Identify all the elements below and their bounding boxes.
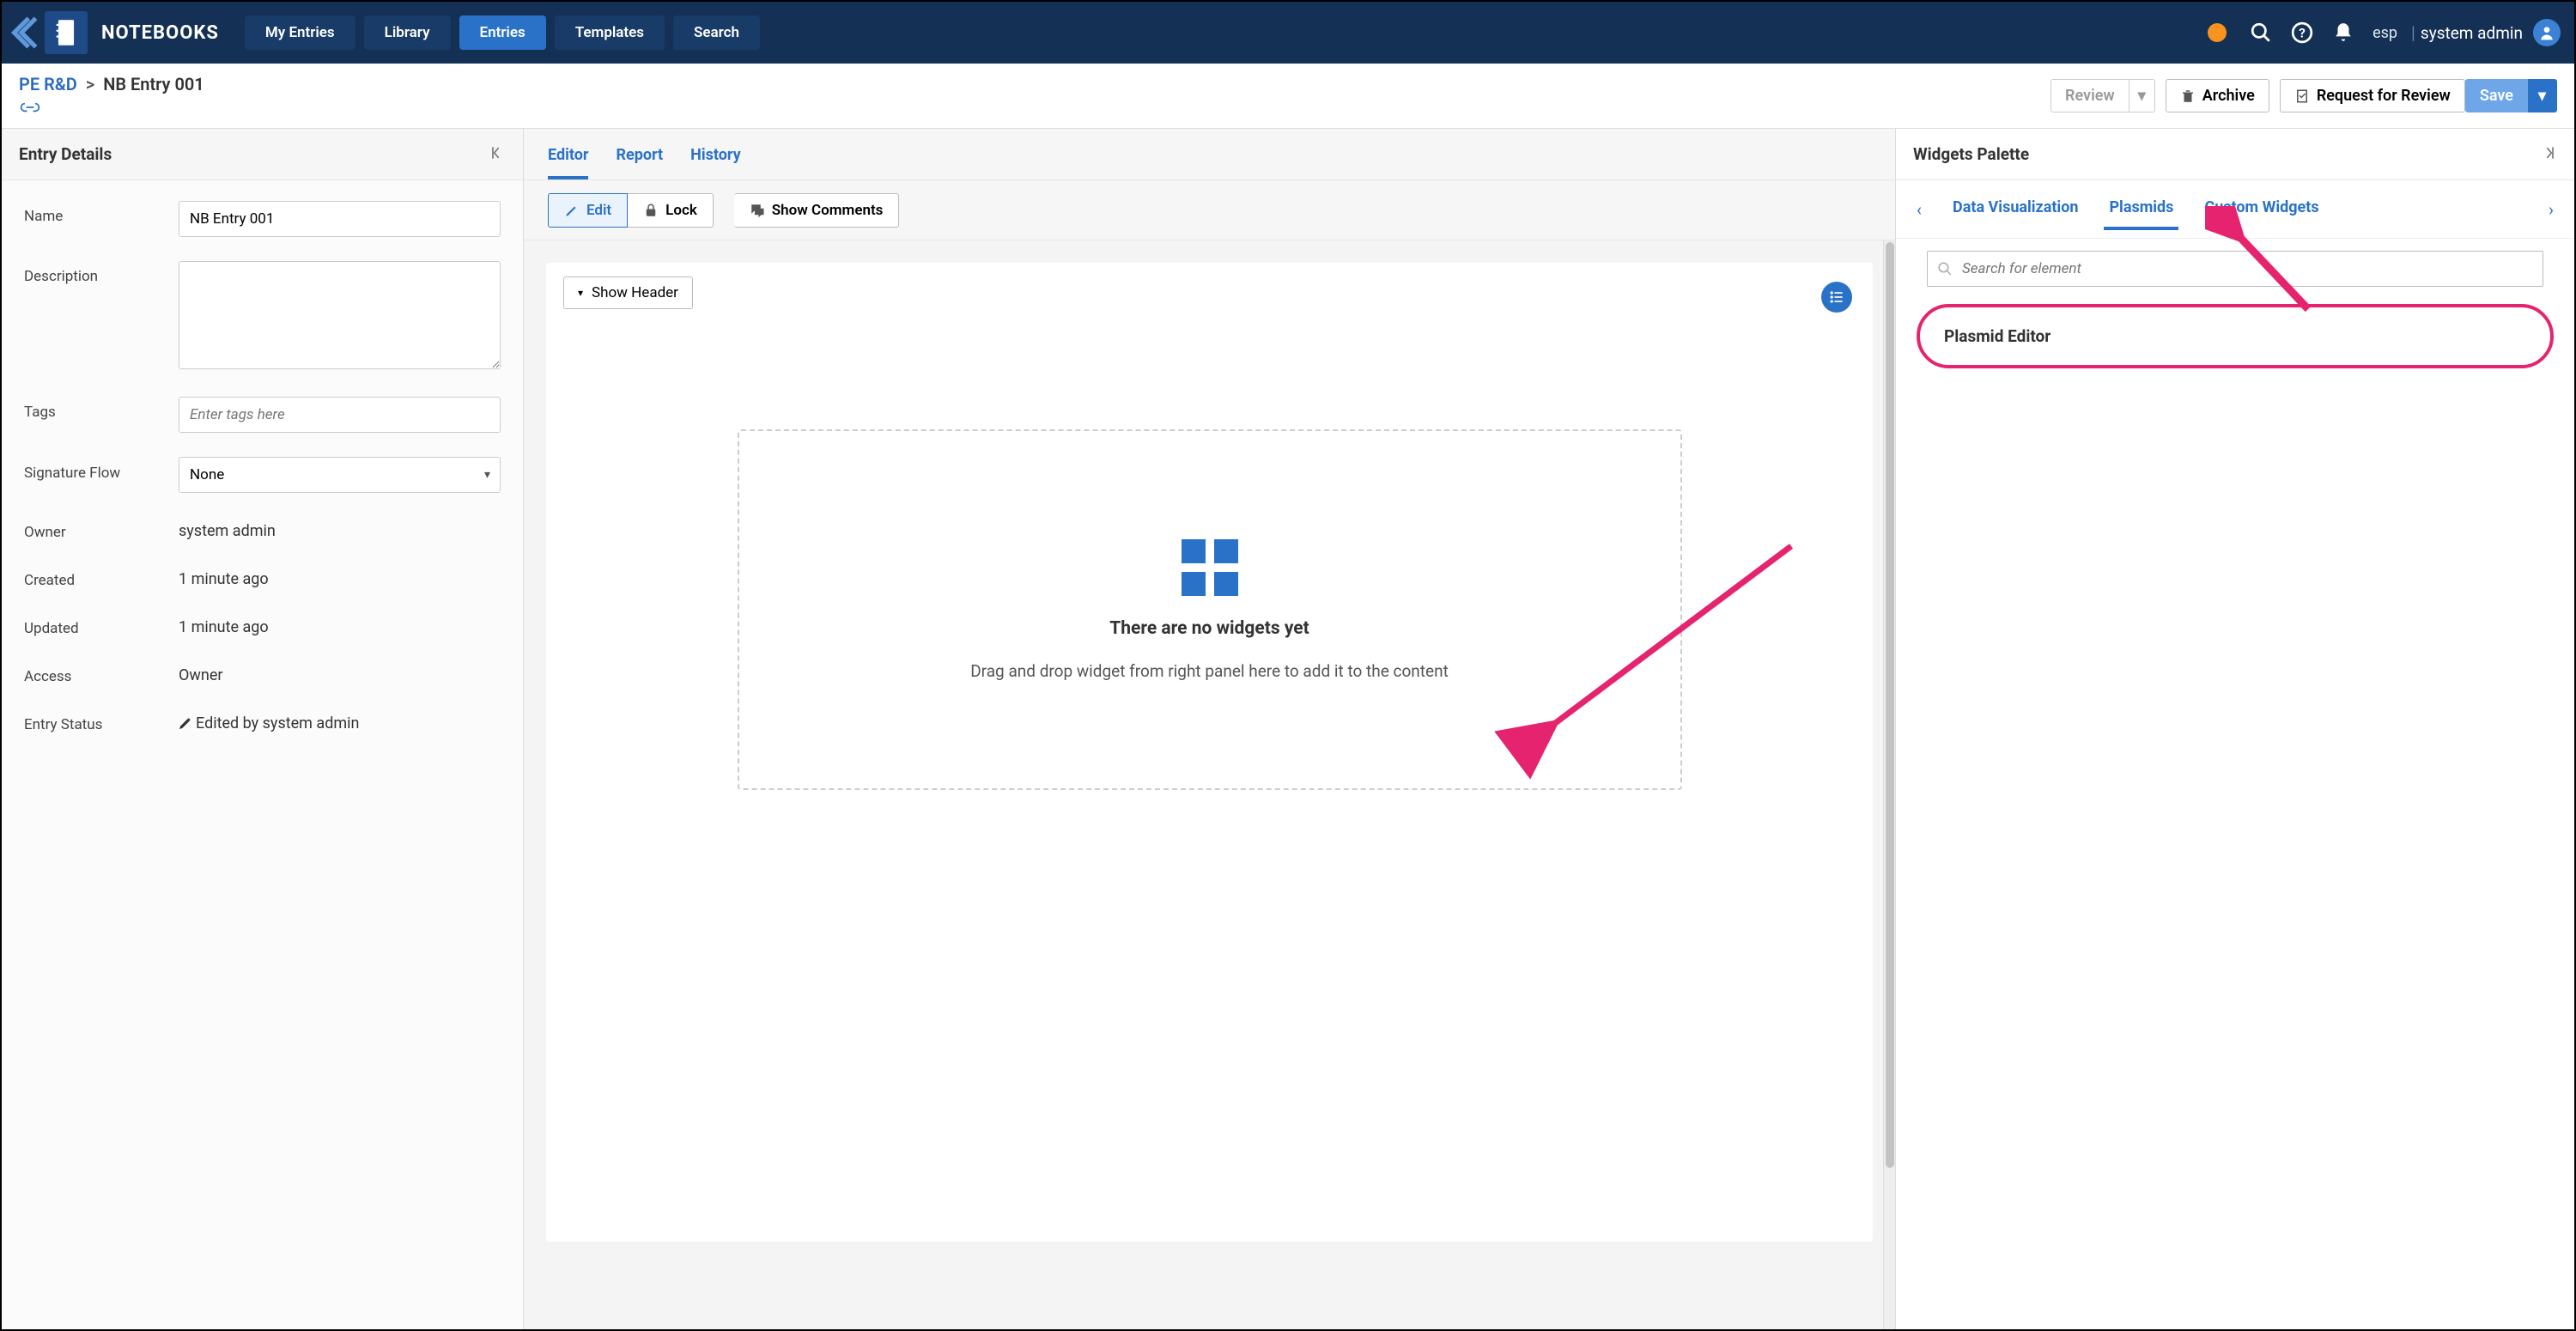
breadcrumb-current: NB Entry 001	[103, 74, 204, 94]
show-header-button[interactable]: ▾ Show Header	[563, 277, 693, 309]
palette-item-plasmid-editor[interactable]: Plasmid Editor	[1917, 304, 2554, 368]
widget-search-input[interactable]	[1927, 251, 2543, 287]
created-value: 1 minute ago	[179, 565, 269, 588]
status-dot-icon	[2208, 23, 2227, 42]
widgets-palette-panel: Widgets Palette ‹ Data Visualization Pla…	[1896, 129, 2574, 1329]
tabs-scroll-right-icon[interactable]: ›	[2543, 194, 2559, 225]
app-title: NOTEBOOKS	[101, 22, 219, 44]
nav-tab-search[interactable]: Search	[673, 15, 760, 50]
list-icon	[1828, 289, 1845, 306]
name-input[interactable]	[179, 201, 501, 237]
review-dropdown[interactable]: ▾	[2129, 79, 2155, 112]
nav-tab-templates[interactable]: Templates	[555, 15, 665, 50]
widget-tab-data-viz[interactable]: Data Visualization	[1947, 188, 2083, 230]
collapse-left-icon[interactable]	[489, 144, 506, 165]
sigflow-select[interactable]: None	[179, 457, 501, 493]
bell-icon[interactable]	[2331, 21, 2355, 45]
entry-details-title: Entry Details	[19, 144, 112, 164]
breadcrumb: PE R&D > NB Entry 001	[19, 74, 204, 119]
request-label: Request for Review	[2317, 87, 2451, 105]
dropzone-title: There are no widgets yet	[1109, 618, 1309, 639]
access-label: Access	[24, 661, 179, 685]
widget-tab-plasmids[interactable]: Plasmids	[2104, 188, 2178, 230]
lock-button[interactable]: Lock	[628, 193, 714, 228]
edit-label: Edit	[586, 202, 611, 219]
palette-item-label: Plasmid Editor	[1944, 326, 2050, 346]
top-navbar: NOTEBOOKS My Entries Library Entries Tem…	[2, 2, 2574, 64]
access-value: Owner	[179, 661, 223, 684]
search-icon[interactable]	[2249, 21, 2273, 45]
sigflow-label: Signature Flow	[24, 457, 179, 483]
back-chevron-icon[interactable]	[2, 2, 45, 64]
tab-editor[interactable]: Editor	[548, 134, 588, 179]
search-icon	[1937, 261, 1953, 277]
breadcrumb-sep: >	[86, 74, 94, 94]
updated-label: Updated	[24, 613, 179, 637]
user-label: system admin	[2421, 23, 2523, 43]
status-label: Entry Status	[24, 709, 179, 733]
collapse-right-icon[interactable]	[2540, 144, 2557, 165]
description-input[interactable]	[179, 261, 501, 369]
tab-report[interactable]: Report	[616, 134, 663, 179]
notebook-icon	[45, 11, 88, 54]
tags-label: Tags	[24, 397, 179, 421]
caret-down-icon: ▾	[578, 287, 583, 299]
description-label: Description	[24, 261, 179, 285]
help-icon[interactable]: ?	[2290, 21, 2314, 45]
show-comments-button[interactable]: Show Comments	[734, 193, 900, 228]
archive-label: Archive	[2202, 87, 2255, 105]
updated-value: 1 minute ago	[179, 613, 269, 636]
widgets-palette-title: Widgets Palette	[1913, 144, 2029, 164]
svg-text:?: ?	[2299, 25, 2306, 40]
lock-label: Lock	[665, 202, 697, 219]
nav-tab-entries[interactable]: Entries	[459, 15, 546, 50]
status-value: Edited by system admin	[179, 709, 359, 732]
dropzone-subtitle: Drag and drop widget from right panel he…	[970, 661, 1449, 681]
created-label: Created	[24, 565, 179, 589]
esp-label: esp	[2372, 24, 2397, 42]
lock-icon	[643, 203, 659, 218]
nav-tab-library[interactable]: Library	[364, 15, 451, 50]
pencil-icon	[564, 203, 580, 218]
main-area: Entry Details Name Description Tags	[2, 129, 2574, 1329]
nav-tab-my-entries[interactable]: My Entries	[245, 15, 355, 50]
tab-history[interactable]: History	[690, 134, 741, 179]
check-clipboard-icon	[2294, 88, 2310, 104]
pencil-icon	[179, 714, 192, 732]
action-bar: PE R&D > NB Entry 001 Review ▾ Archive R…	[2, 64, 2574, 129]
list-toggle-button[interactable]	[1821, 282, 1852, 313]
divider: |	[2411, 22, 2415, 43]
owner-value: system admin	[179, 517, 276, 540]
trash-icon	[2180, 88, 2196, 104]
widget-tab-custom[interactable]: Custom Widgets	[2199, 188, 2324, 230]
edit-button[interactable]: Edit	[548, 193, 628, 228]
owner-label: Owner	[24, 517, 179, 541]
breadcrumb-parent[interactable]: PE R&D	[19, 74, 77, 94]
save-dropdown[interactable]: ▾	[2528, 79, 2557, 112]
scrollbar[interactable]	[1883, 240, 1895, 1329]
entry-details-panel: Entry Details Name Description Tags	[2, 129, 524, 1329]
name-label: Name	[24, 201, 179, 225]
show-header-label: Show Header	[592, 284, 678, 301]
avatar[interactable]	[2533, 19, 2561, 46]
widget-dropzone[interactable]: There are no widgets yet Drag and drop w…	[738, 429, 1682, 790]
link-icon[interactable]	[19, 100, 204, 119]
show-comments-label: Show Comments	[772, 202, 884, 219]
request-review-button[interactable]: Request for Review	[2280, 79, 2465, 112]
editor-panel: Editor Report History Edit Lock	[524, 129, 1896, 1329]
tags-input[interactable]	[179, 397, 501, 433]
review-button[interactable]: Review	[2050, 79, 2129, 112]
save-button[interactable]: Save	[2465, 79, 2528, 112]
comments-icon	[750, 203, 765, 218]
tabs-scroll-left-icon[interactable]: ‹	[1911, 194, 1927, 225]
grid-icon	[1182, 539, 1238, 596]
archive-button[interactable]: Archive	[2166, 79, 2269, 112]
